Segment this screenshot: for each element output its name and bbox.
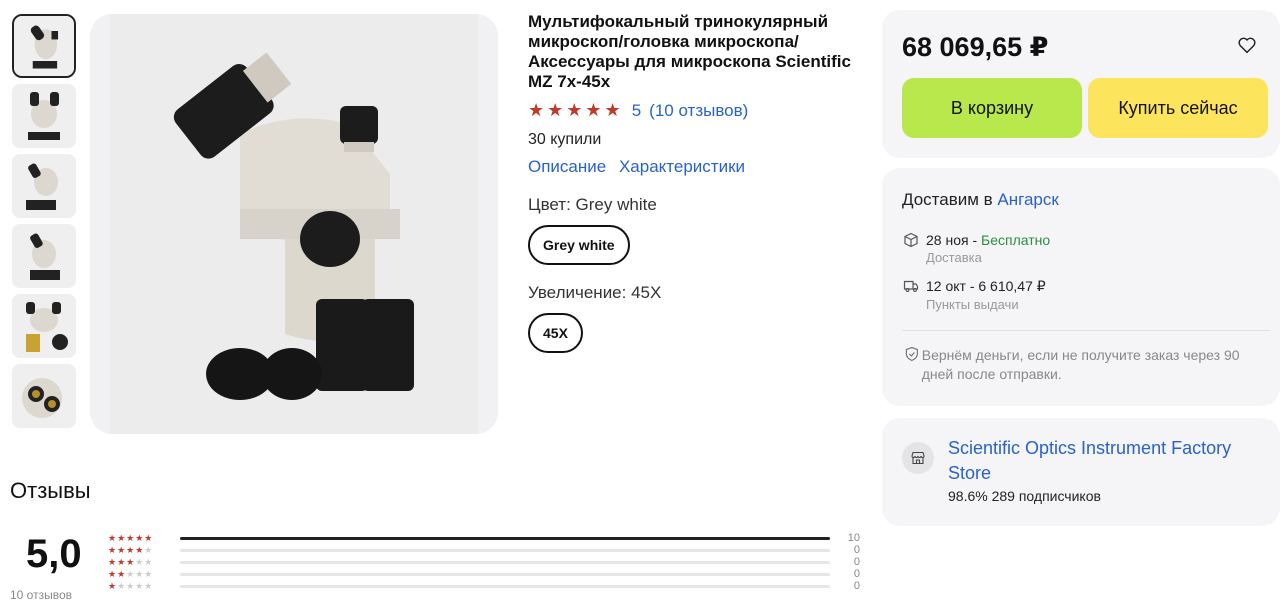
thumbnail-list (10, 14, 80, 434)
mini-stars-icon: ★★★★★ (108, 544, 154, 555)
rating-bar-track (180, 572, 830, 576)
option1-sub: Доставка (926, 250, 982, 265)
zoom-option-button[interactable]: 45X (528, 313, 583, 353)
mini-stars-icon: ★★★★★ (108, 580, 154, 591)
rating-bar-row: ★★★★★ 0 (108, 580, 868, 592)
divider (902, 330, 1270, 331)
option2-sub: Пункты выдачи (926, 297, 1019, 312)
delivery-option-pickup: 12 окт - 6 610,47 ₽ Пункты выдачи (902, 278, 1046, 312)
rating-bar-count: 0 (853, 580, 860, 592)
price: 68 069,65 ₽ (902, 32, 1049, 62)
delivery-title: Доставим в Ангарск (902, 190, 1059, 210)
tab-specs[interactable]: Характеристики (619, 157, 745, 176)
rating-distribution: ★★★★★ 10 ★★★★★ 0 ★★★★★ 0 ★★★★★ 0 ★★★★★ 0 (108, 532, 868, 592)
thumbnail-3[interactable] (12, 154, 76, 218)
thumbnail-2[interactable] (12, 84, 76, 148)
zoom-label: Увеличение: 45X (528, 283, 662, 302)
rating-bar-track (180, 560, 830, 564)
rating-bar-track (180, 536, 830, 540)
rating-row: ★★★★★ 5 (10 отзывов) (528, 100, 858, 121)
delivery-city-link[interactable]: Ангарск (997, 190, 1058, 209)
rating-bar-row: ★★★★★ 0 (108, 568, 868, 580)
heart-icon[interactable] (1236, 34, 1258, 56)
rating-stars-icon: ★★★★★ (528, 100, 624, 120)
rating-bar-count: 10 (847, 532, 860, 544)
money-back-guarantee: Вернём деньги, если не получите заказ че… (902, 346, 1272, 384)
guarantee-text: Вернём деньги, если не получите заказ че… (921, 347, 1240, 382)
thumbnail-5[interactable] (12, 294, 76, 358)
store-icon (902, 442, 934, 474)
delivery-title-prefix: Доставим в (902, 190, 998, 209)
product-title: Мультифокальный тринокулярный микроскоп/… (528, 12, 851, 91)
reviews-count: 10 отзывов (10, 588, 73, 602)
rating-bar-row: ★★★★★ 0 (108, 544, 868, 556)
rating-bar-row: ★★★★★ 10 (108, 532, 868, 544)
reviews-heading: Отзывы (10, 478, 91, 503)
info-tabs: Описание Характеристики (528, 157, 858, 177)
option1-date: 28 ноя - (926, 232, 982, 248)
delivery-card: Доставим в Ангарск 28 ноя - Бесплатно До… (882, 168, 1280, 406)
thumbnail-4[interactable] (12, 224, 76, 288)
buy-now-button[interactable]: Купить сейчас (1088, 78, 1268, 138)
price-card: 68 069,65 ₽ В корзину Купить сейчас (882, 10, 1280, 158)
thumbnail-6[interactable] (12, 364, 76, 428)
rating-bar-row: ★★★★★ 0 (108, 556, 868, 568)
reviews-link[interactable]: (10 отзывов) (649, 101, 748, 121)
color-label: Цвет: Grey white (528, 195, 657, 214)
rating-value[interactable]: 5 (632, 101, 641, 121)
truck-icon (903, 280, 919, 292)
thumbnail-1[interactable] (12, 14, 76, 78)
tab-description[interactable]: Описание (528, 157, 606, 176)
microscope-illustration (110, 14, 478, 434)
product-info: Мультифокальный тринокулярный микроскоп/… (528, 12, 858, 353)
option2-text: 12 окт - 6 610,47 ₽ (926, 278, 1046, 294)
store-card: Scientific Optics Instrument Factory Sto… (882, 418, 1280, 526)
rating-bar-count: 0 (853, 544, 860, 556)
mini-stars-icon: ★★★★★ (108, 568, 154, 579)
rating-bar-fill (180, 536, 830, 540)
mini-stars-icon: ★★★★★ (108, 532, 154, 543)
option1-price: Бесплатно (981, 232, 1051, 248)
add-to-cart-button[interactable]: В корзину (902, 78, 1082, 138)
rating-bar-track (180, 548, 830, 552)
bought-count: 30 купили (528, 131, 602, 148)
store-stats: 98.6% 289 подписчиков (948, 488, 1101, 504)
mini-stars-icon: ★★★★★ (108, 556, 154, 567)
box-icon (904, 232, 918, 248)
product-main-image[interactable] (90, 14, 498, 434)
store-name-link[interactable]: Scientific Optics Instrument Factory Sto… (948, 436, 1278, 486)
rating-bar-count: 0 (853, 568, 860, 580)
shield-icon (905, 346, 918, 362)
rating-bar-track (180, 584, 830, 588)
color-option-button[interactable]: Grey white (528, 225, 630, 265)
rating-bar-count: 0 (853, 556, 860, 568)
average-rating: 5,0 (26, 532, 82, 576)
delivery-option-courier: 28 ноя - Бесплатно Доставка (902, 232, 1050, 265)
